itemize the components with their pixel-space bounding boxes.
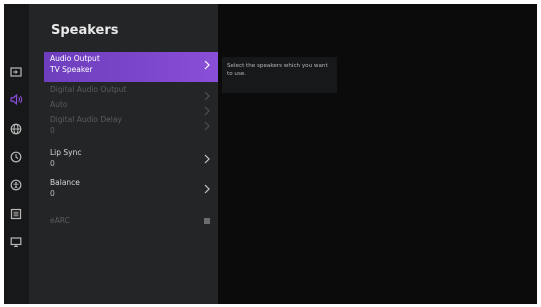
sound-icon[interactable] <box>9 92 23 106</box>
menu-item-label: eARC <box>50 216 70 225</box>
menu-item-value: 0 <box>50 189 55 198</box>
clock-icon[interactable] <box>9 150 23 164</box>
menu-item-balance[interactable]: Balance 0 <box>44 176 218 206</box>
globe-icon[interactable] <box>9 122 23 136</box>
speakers-settings-panel: Speakers Audio Output TV Speaker Digital… <box>29 4 218 304</box>
help-text: Select the speakers which you want to us… <box>227 63 328 77</box>
page-title: Speakers <box>51 23 119 38</box>
screen-icon[interactable] <box>9 235 23 249</box>
menu-item-label: Balance <box>50 178 80 187</box>
menu-item-earc: eARC <box>44 214 218 244</box>
menu-item-label: Audio Output <box>50 54 100 63</box>
input-icon[interactable] <box>9 65 23 79</box>
menu-item-digital-audio-delay: Digital Audio Delay 0 <box>44 113 218 143</box>
menu-item-label: Digital Audio Output <box>50 85 127 94</box>
accessibility-icon[interactable] <box>9 178 23 192</box>
checkbox-icon <box>204 218 210 224</box>
chevron-right-icon <box>204 60 210 70</box>
menu-item-value: 0 <box>50 126 55 135</box>
chevron-right-icon <box>204 121 210 131</box>
menu-item-value: TV Speaker <box>50 65 93 74</box>
help-tooltip: Select the speakers which you want to us… <box>222 57 337 93</box>
menu-item-lip-sync[interactable]: Lip Sync 0 <box>44 146 218 176</box>
tv-screen: Speakers Audio Output TV Speaker Digital… <box>4 4 537 304</box>
menu-item-label: Auto <box>50 100 68 109</box>
menu-item-label: Digital Audio Delay <box>50 115 122 124</box>
menu-item-audio-output[interactable]: Audio Output TV Speaker <box>44 52 218 82</box>
chevron-right-icon <box>204 154 210 164</box>
list-icon[interactable] <box>9 207 23 221</box>
menu-item-value: 0 <box>50 159 55 168</box>
chevron-right-icon <box>204 184 210 194</box>
settings-category-rail <box>4 4 29 304</box>
menu-item-label: Lip Sync <box>50 148 82 157</box>
